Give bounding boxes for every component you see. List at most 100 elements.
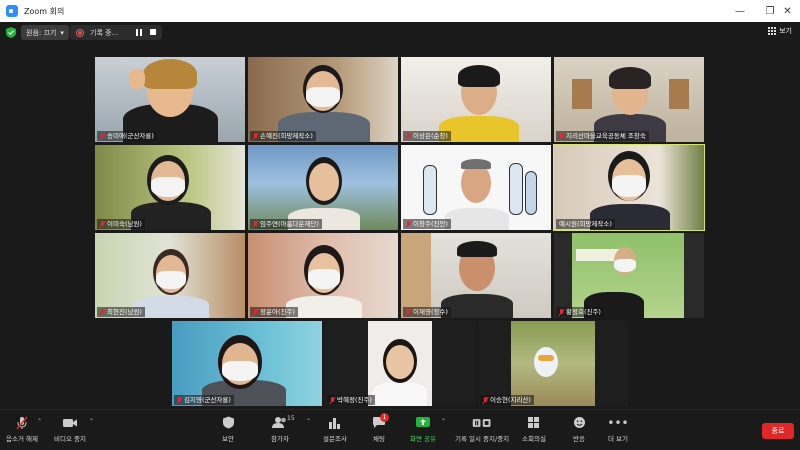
participant-name: 지리산마을교육공동체 조창숙 — [556, 131, 649, 141]
share-screen-icon — [413, 415, 433, 430]
participant-name-label: 예시원(희망제작소) — [559, 220, 612, 228]
view-button[interactable]: 보기 — [768, 26, 792, 36]
zoom-app-icon — [6, 5, 18, 17]
participants-button[interactable]: 15 참가자 — [270, 415, 295, 449]
participant-name: 이창주(진안) — [403, 219, 451, 229]
stop-recording-icon[interactable] — [150, 29, 156, 35]
participant-name-label: 이미숙(남원) — [107, 220, 142, 228]
mic-muted-icon — [100, 220, 105, 228]
participant-name-label: 송미애(군산자룡) — [107, 132, 154, 140]
mic-muted-icon — [406, 132, 411, 140]
security-label: 보안 — [222, 435, 234, 443]
more-label: 더 보기 — [608, 435, 629, 443]
video-tile[interactable]: 황정호(진주) — [554, 233, 704, 318]
breakout-rooms-icon — [524, 415, 544, 430]
participant-name: 이승현(지리산) — [480, 395, 534, 405]
chevron-down-icon: ▾ — [60, 28, 64, 37]
mic-muted-icon — [406, 220, 411, 228]
bar-chart-icon — [325, 415, 345, 430]
recording-controls-label: 기록 일시 중지/중지 — [455, 435, 510, 443]
participant-name: 박혜정(진주) — [327, 395, 375, 405]
meeting-area: 원음: 끄기 ▾ 기록 중... 보기 송미애(군산자룡) 손혜진(희망제작소) — [0, 22, 800, 409]
participant-name-label: 임주연(아름다운재단) — [260, 220, 319, 228]
participants-icon: 15 — [270, 415, 295, 430]
unmute-button[interactable]: 음소거 해제 — [6, 415, 38, 449]
original-sound-label: 원음: 끄기 — [26, 28, 57, 37]
mic-muted-icon — [100, 132, 105, 140]
polls-button[interactable]: 설문조사 — [323, 415, 347, 449]
chat-button[interactable]: 1 채팅 — [369, 413, 389, 449]
window-titlebar: Zoom 회의 — ❐ ✕ — [0, 0, 800, 22]
participant-name: 이상은(순창) — [403, 131, 451, 141]
more-dots-icon: ••• — [607, 415, 629, 430]
mic-muted-icon — [483, 396, 488, 404]
shield-check-icon[interactable] — [6, 27, 16, 38]
video-tile[interactable]: 이상은(순창) — [401, 57, 551, 142]
chat-bubble-icon: 1 — [369, 413, 389, 430]
video-tile[interactable]: 정윤아(진주) — [248, 233, 398, 318]
video-tile[interactable]: 박혜정(진주) — [325, 321, 475, 406]
video-tile[interactable]: 이재영(장수) — [401, 233, 551, 318]
mic-muted-icon — [330, 396, 335, 404]
meeting-toolbar: 음소거 해제 ⌃ 비디오 중지 ⌃ 보안 15 참가자 ⌃ 설문조사 1 채팅 — [0, 409, 800, 450]
shield-icon — [218, 415, 238, 430]
grid-view-icon — [768, 27, 777, 35]
video-tile[interactable]: 손혜진(희망제작소) — [248, 57, 398, 142]
video-tile[interactable]: 이창주(진안) — [401, 145, 551, 230]
window-title: Zoom 회의 — [24, 6, 65, 16]
video-tile[interactable]: 이승현(지리산) — [478, 321, 628, 406]
video-tile-active-speaker[interactable]: 예시원(희망제작소) — [553, 144, 705, 231]
mic-muted-icon — [559, 308, 564, 316]
video-tile[interactable]: 김지영(군산자룡) — [172, 321, 322, 406]
video-tile[interactable]: 임주연(아름다운재단) — [248, 145, 398, 230]
reactions-button[interactable]: 반응 — [569, 415, 589, 449]
recording-dot-icon — [76, 28, 84, 37]
pause-stop-icon — [472, 415, 492, 430]
video-tile[interactable]: 최현진(남원) — [95, 233, 245, 318]
view-button-label: 보기 — [779, 27, 792, 35]
participant-name-label: 박혜정(진주) — [337, 396, 372, 404]
chat-label: 채팅 — [373, 435, 385, 443]
close-window-button[interactable]: ✕ — [775, 0, 800, 22]
breakout-rooms-label: 소회의실 — [522, 435, 546, 443]
audio-options-chevron-icon[interactable]: ⌃ — [37, 418, 42, 425]
end-meeting-button[interactable]: 종료 — [762, 423, 794, 439]
recording-controls-button[interactable]: 기록 일시 중지/중지 — [455, 415, 509, 449]
share-options-chevron-icon[interactable]: ⌃ — [441, 418, 446, 425]
participant-name: 예시원(희망제작소) — [556, 219, 615, 229]
video-tile[interactable]: 이미숙(남원) — [95, 145, 245, 230]
participant-name-label: 지리산마을교육공동체 조창숙 — [566, 132, 646, 140]
participant-name: 이미숙(남원) — [97, 219, 145, 229]
participants-count: 15 — [287, 415, 295, 422]
chat-unread-badge: 1 — [380, 413, 389, 422]
security-button[interactable]: 보안 — [218, 415, 238, 449]
stop-video-button[interactable]: 비디오 중지 — [54, 415, 86, 449]
mic-muted-icon — [253, 132, 258, 140]
emoji-smile-icon — [569, 415, 589, 430]
stop-video-label: 비디오 중지 — [54, 435, 86, 443]
breakout-rooms-button[interactable]: 소회의실 — [522, 415, 546, 449]
pause-recording-icon[interactable] — [136, 29, 142, 36]
participant-name: 이재영(장수) — [403, 307, 451, 317]
original-sound-toggle[interactable]: 원음: 끄기 ▾ — [21, 25, 69, 40]
participant-name: 손혜진(희망제작소) — [250, 131, 316, 141]
video-camera-icon — [60, 415, 80, 430]
more-button[interactable]: ••• 더 보기 — [607, 415, 629, 449]
participant-name-label: 이승현(지리산) — [490, 396, 531, 404]
video-tile[interactable]: 지리산마을교육공동체 조창숙 — [554, 57, 704, 142]
participant-name-label: 김지영(군산자룡) — [184, 396, 231, 404]
participant-name: 송미애(군산자룡) — [97, 131, 157, 141]
minimize-button[interactable]: — — [725, 0, 755, 22]
video-options-chevron-icon[interactable]: ⌃ — [89, 418, 94, 425]
participant-name-label: 이재영(장수) — [413, 308, 448, 316]
unmute-label: 음소거 해제 — [6, 435, 38, 443]
share-screen-button[interactable]: 화면 공유 — [410, 415, 436, 449]
participant-name-label: 이창주(진안) — [413, 220, 448, 228]
participant-name-label: 최현진(남원) — [107, 308, 142, 316]
mic-muted-icon — [559, 132, 564, 140]
participants-options-chevron-icon[interactable]: ⌃ — [306, 418, 311, 425]
participant-name-label: 이상은(순창) — [413, 132, 448, 140]
mic-muted-icon — [253, 220, 258, 228]
video-tile[interactable]: 송미애(군산자룡) — [95, 57, 245, 142]
reactions-label: 반응 — [573, 435, 585, 443]
